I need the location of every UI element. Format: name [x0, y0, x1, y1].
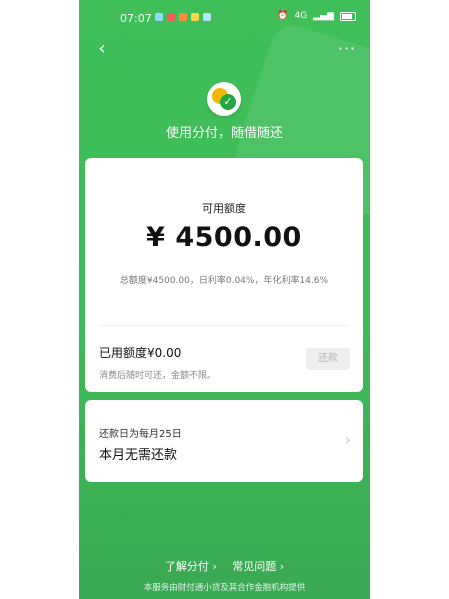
repayment-date: 还款日为每月25日 — [99, 429, 182, 440]
fenfu-logo: ✓ — [207, 82, 241, 116]
battery-icon — [340, 11, 356, 21]
status-bar: 07:07 ⏰ 4G ▂▄▆ — [79, 0, 370, 36]
used-credit-description: 消费后随时可还，金额不限。 — [99, 371, 217, 381]
available-credit-amount: ¥ 4500.00 — [146, 222, 302, 253]
network-label: 4G — [294, 11, 308, 21]
chevron-right-icon: › — [212, 560, 217, 573]
back-button[interactable]: ‹ — [91, 38, 113, 60]
status-time: 07:07 — [120, 12, 152, 25]
chevron-right-icon: › — [279, 560, 285, 573]
notification-icon — [203, 13, 211, 21]
learn-fenfu-link[interactable]: 了解分付 › — [165, 560, 217, 573]
repayment-card[interactable]: 还款日为每月25日 本月无需还款 › — [85, 400, 363, 482]
divider — [99, 325, 349, 326]
used-credit-label: 已用额度¥0.00 — [99, 346, 182, 360]
credit-card: 可用额度 ¥ 4500.00 总额度¥4500.00，日利率0.04%，年化利率… — [85, 158, 363, 392]
available-credit-label: 可用额度 — [202, 202, 246, 215]
status-indicators: ⏰ 4G ▂▄▆ — [277, 11, 356, 21]
notification-icon — [155, 13, 163, 21]
page-slogan: 使用分付，随借随还 — [165, 126, 283, 141]
service-provider-note: 本服务由财付通小贷及其合作金融机构提供 — [143, 583, 306, 593]
notification-icon — [167, 13, 175, 21]
footer-links: 了解分付 › 常见问题 › — [79, 558, 370, 574]
alarm-icon: ⏰ — [277, 11, 289, 21]
repayment-status: 本月无需还款 — [99, 448, 178, 463]
chevron-right-icon: › — [344, 430, 351, 449]
faq-link[interactable]: 常见问题 › — [232, 560, 284, 573]
check-icon: ✓ — [220, 94, 236, 110]
more-button[interactable]: ··· — [336, 38, 358, 60]
notification-icon — [191, 13, 199, 21]
notification-icon — [179, 13, 187, 21]
credit-quota-note: 总额度¥4500.00，日利率0.04%，年化利率14.6% — [119, 276, 329, 286]
app-screen: 07:07 ⏰ 4G ▂▄▆ ‹ ··· ✓ 使用分付，随借随还 可用额度 ¥ … — [79, 0, 370, 599]
repay-button[interactable]: 还款 — [306, 348, 350, 370]
signal-icon: ▂▄▆ — [313, 11, 334, 21]
